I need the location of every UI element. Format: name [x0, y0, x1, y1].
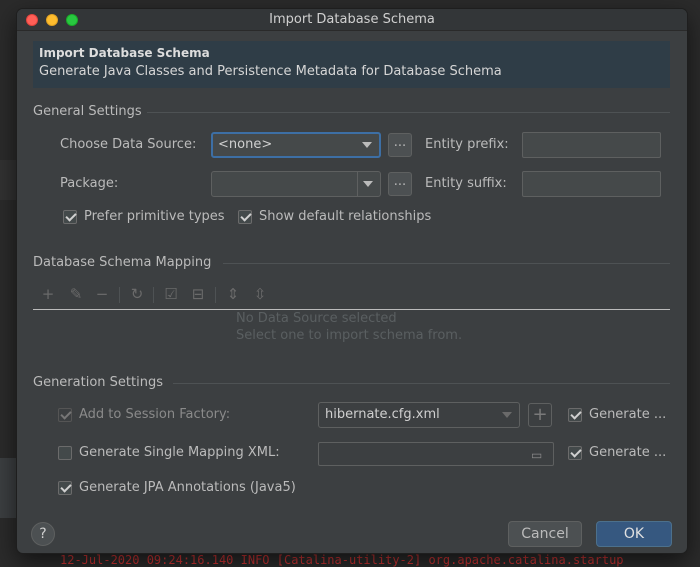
close-window-button[interactable] — [26, 14, 38, 26]
general-settings-title: General Settings — [33, 104, 142, 119]
generation-settings-title: Generation Settings — [33, 375, 163, 390]
prefer-primitive-label: Prefer primitive types — [84, 209, 225, 224]
folder-icon[interactable]: ▭ — [531, 449, 547, 461]
editor-gutter — [0, 160, 18, 200]
dialog-title: Import Database Schema — [269, 12, 435, 27]
banner-title: Import Database Schema — [39, 46, 210, 60]
generate-checkbox-2[interactable] — [568, 446, 582, 460]
single-mapping-path-input[interactable]: ▭ — [318, 442, 554, 466]
pencil-icon[interactable]: ✎ — [67, 285, 85, 303]
session-factory-checkbox[interactable] — [58, 408, 72, 422]
plus-icon[interactable]: + — [39, 285, 57, 303]
show-relationships-label: Show default relationships — [259, 209, 432, 224]
expand-all-icon[interactable]: ⇕ — [224, 285, 242, 303]
ok-button[interactable]: OK — [596, 521, 672, 547]
plus-icon: + — [532, 404, 548, 425]
generate-checkbox-1[interactable] — [568, 408, 582, 422]
chevron-down-icon — [363, 181, 373, 187]
entity-prefix-input[interactable] — [522, 132, 661, 158]
help-button[interactable]: ? — [31, 522, 55, 546]
collapse-all-icon[interactable]: ⇳ — [251, 285, 269, 303]
toolbar-separator — [119, 287, 120, 303]
entity-suffix-label: Entity suffix: — [425, 176, 507, 191]
add-session-factory-button[interactable]: + — [528, 403, 552, 427]
refresh-icon[interactable]: ↻ — [128, 285, 146, 303]
session-factory-value: hibernate.cfg.xml — [325, 407, 440, 422]
import-database-schema-dialog: Import Database Schema Import Database S… — [17, 9, 687, 553]
general-settings-divider — [147, 112, 670, 113]
prefer-primitive-checkbox[interactable] — [63, 210, 77, 224]
generate-label-1: Generate ... — [589, 407, 667, 422]
data-source-browse-button[interactable]: ... — [388, 133, 412, 157]
schema-mapping-divider — [223, 263, 670, 264]
generate-label-2: Generate ... — [589, 445, 667, 460]
schema-table-header-line — [33, 309, 670, 310]
uncheck-all-icon[interactable]: ⊟ — [189, 285, 207, 303]
jpa-annotations-label: Generate JPA Annotations (Java5) — [79, 480, 296, 495]
session-factory-combo[interactable]: hibernate.cfg.xml — [318, 402, 520, 428]
data-source-value: <none> — [218, 137, 273, 152]
entity-prefix-label: Entity prefix: — [425, 137, 509, 152]
empty-state-line2: Select one to import schema from. — [236, 328, 463, 343]
empty-state-line1: No Data Source selected — [236, 311, 397, 326]
check-all-icon[interactable]: ☑ — [162, 285, 180, 303]
generation-settings-divider — [173, 383, 670, 384]
entity-suffix-input[interactable] — [522, 171, 661, 197]
single-mapping-checkbox[interactable] — [58, 446, 72, 460]
minus-icon[interactable]: − — [93, 285, 111, 303]
session-factory-label: Add to Session Factory: — [79, 407, 231, 422]
data-source-label: Choose Data Source: — [60, 137, 197, 152]
schema-mapping-title: Database Schema Mapping — [33, 255, 212, 270]
single-mapping-label: Generate Single Mapping XML: — [79, 445, 280, 460]
chevron-down-icon — [502, 412, 512, 418]
package-combo[interactable] — [211, 171, 381, 197]
package-label: Package: — [60, 176, 119, 191]
cancel-button[interactable]: Cancel — [508, 521, 582, 547]
data-source-combo[interactable]: <none> — [211, 132, 381, 158]
header-banner: Import Database Schema Generate Java Cla… — [33, 41, 670, 88]
jpa-annotations-checkbox[interactable] — [58, 481, 72, 495]
dialog-titlebar: Import Database Schema — [17, 9, 687, 31]
console-log-line: 12-Jul-2020 09:24:16.140 INFO [Catalina-… — [60, 554, 624, 567]
tool-window-strip — [0, 458, 18, 518]
combo-separator — [357, 172, 358, 196]
toolbar-separator — [153, 287, 154, 303]
maximize-window-button[interactable] — [66, 14, 78, 26]
toolbar-separator — [215, 287, 216, 303]
package-browse-button[interactable]: ... — [388, 172, 412, 196]
show-relationships-checkbox[interactable] — [238, 210, 252, 224]
minimize-window-button[interactable] — [46, 14, 58, 26]
chevron-down-icon — [362, 142, 372, 148]
banner-subtitle: Generate Java Classes and Persistence Me… — [39, 64, 502, 79]
